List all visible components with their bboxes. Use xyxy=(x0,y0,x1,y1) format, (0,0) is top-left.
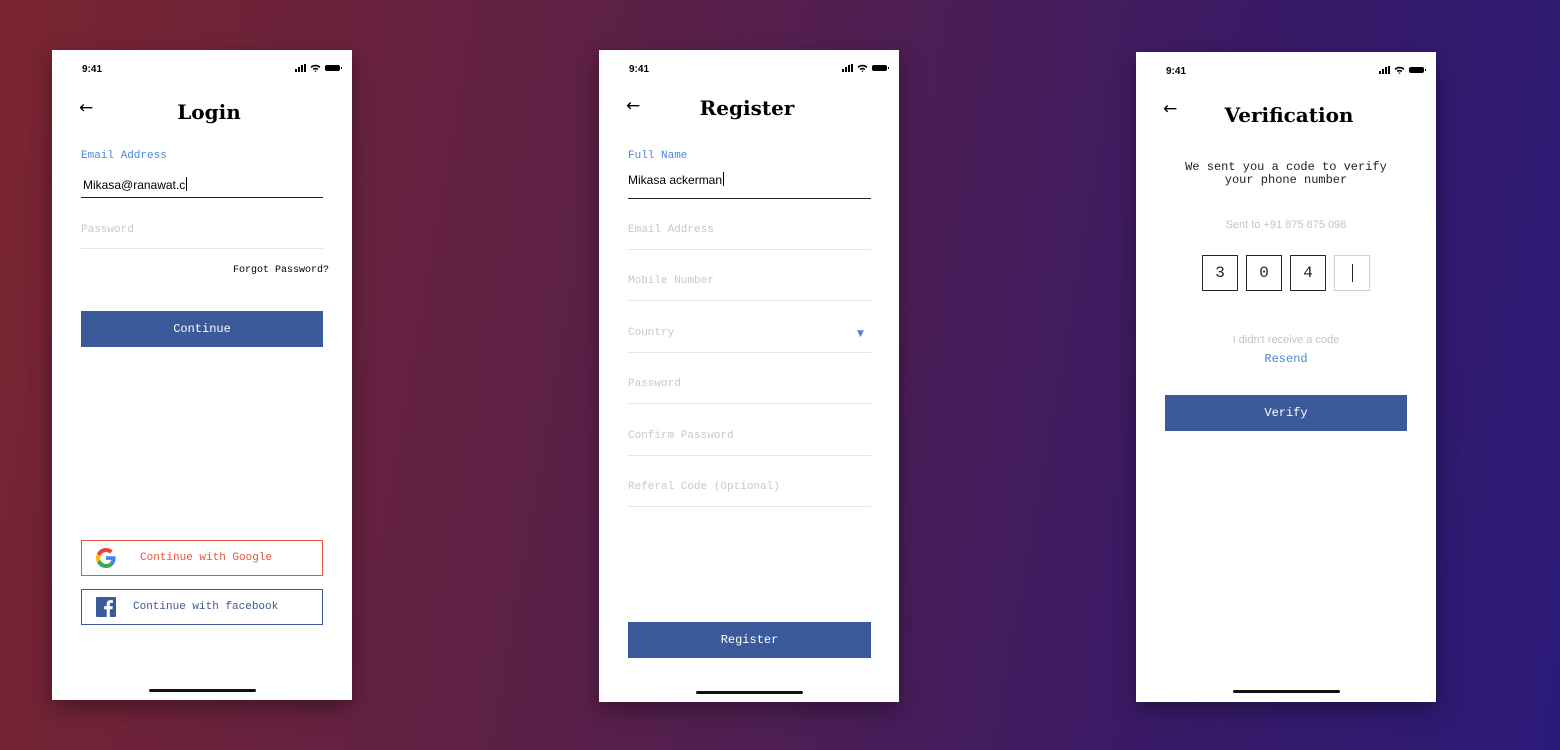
referral-code-field[interactable]: Referal Code (Optional) xyxy=(628,481,780,493)
verification-message: We sent you a code to verify your phone … xyxy=(1185,160,1387,187)
back-arrow-icon[interactable]: ← xyxy=(626,98,640,115)
battery-icon xyxy=(872,65,889,71)
battery-icon xyxy=(325,65,342,71)
email-label: Email Address xyxy=(81,150,167,162)
wifi-icon xyxy=(857,64,868,72)
email-field[interactable]: Mikasa@ranawat.c xyxy=(83,177,188,192)
back-arrow-icon[interactable]: ← xyxy=(79,100,93,117)
facebook-button[interactable]: Continue with facebook xyxy=(81,589,323,625)
sent-to-text: Sent to +91 875 875 098 xyxy=(1225,219,1347,231)
no-code-text: I didn't receive a code xyxy=(1232,334,1340,346)
email-underline xyxy=(628,249,871,250)
password-underline xyxy=(628,403,871,404)
referral-underline xyxy=(628,506,871,507)
country-select[interactable]: Country xyxy=(628,327,674,339)
status-time: 9:41 xyxy=(82,64,103,75)
otp-digit-box[interactable]: 3 xyxy=(1202,255,1238,291)
otp-digit-box[interactable]: 4 xyxy=(1290,255,1326,291)
mobile-underline xyxy=(628,300,871,301)
email-value: Mikasa@ranawat.c xyxy=(83,178,186,192)
signal-icon xyxy=(295,64,306,72)
google-icon xyxy=(96,548,116,568)
register-screen: 9:41 ← Register Full Name Mikasa ackerma… xyxy=(599,50,899,702)
text-caret xyxy=(186,177,188,191)
password-field[interactable]: Password xyxy=(628,378,681,390)
fullname-underline xyxy=(628,198,871,199)
fullname-label: Full Name xyxy=(628,150,688,162)
verify-button[interactable]: Verify xyxy=(1165,395,1407,431)
battery-icon xyxy=(1409,67,1426,73)
fullname-value: Mikasa ackerman xyxy=(628,173,723,187)
email-field[interactable]: Email Address xyxy=(628,224,714,236)
confirm-password-underline xyxy=(628,455,871,456)
register-button[interactable]: Register xyxy=(628,622,871,658)
text-caret xyxy=(723,172,725,186)
status-bar: 9:41 xyxy=(629,64,889,76)
resend-link[interactable]: Resend xyxy=(1136,352,1436,366)
continue-button[interactable]: Continue xyxy=(81,311,323,347)
text-caret xyxy=(1351,264,1353,282)
page-title: Register xyxy=(699,96,795,120)
wifi-icon xyxy=(1394,66,1405,74)
status-time: 9:41 xyxy=(629,64,650,75)
password-field[interactable]: Password xyxy=(81,224,134,236)
confirm-password-field[interactable]: Confirm Password xyxy=(628,430,734,442)
status-bar: 9:41 xyxy=(82,64,342,76)
login-screen: 9:41 ← Login Email Address Mikasa@ranawa… xyxy=(52,50,352,700)
status-bar: 9:41 xyxy=(1166,66,1426,78)
forgot-password-link[interactable]: Forgot Password? xyxy=(233,265,329,276)
status-icons xyxy=(842,64,889,72)
email-underline xyxy=(81,197,323,198)
facebook-icon xyxy=(96,597,116,617)
otp-digit-box-active[interactable] xyxy=(1334,255,1370,291)
home-indicator xyxy=(1233,690,1340,693)
home-indicator xyxy=(149,689,256,692)
signal-icon xyxy=(1379,66,1390,74)
wifi-icon xyxy=(310,64,321,72)
google-button-label: Continue with Google xyxy=(140,552,273,564)
signal-icon xyxy=(842,64,853,72)
otp-digit-box[interactable]: 0 xyxy=(1246,255,1282,291)
country-underline xyxy=(628,352,871,353)
mobile-field[interactable]: Mobile Number xyxy=(628,275,714,287)
home-indicator xyxy=(696,691,803,694)
status-icons xyxy=(1379,66,1426,74)
password-underline xyxy=(81,248,323,249)
status-icons xyxy=(295,64,342,72)
chevron-down-icon[interactable]: ▼ xyxy=(857,329,864,339)
page-title: Verification xyxy=(1224,103,1354,127)
status-time: 9:41 xyxy=(1166,66,1187,77)
facebook-button-label: Continue with facebook xyxy=(133,601,279,613)
page-title: Login xyxy=(177,100,241,124)
back-arrow-icon[interactable]: ← xyxy=(1163,101,1177,118)
fullname-field[interactable]: Mikasa ackerman xyxy=(628,172,725,187)
google-button[interactable]: Continue with Google xyxy=(81,540,323,576)
verification-screen: 9:41 ← Verification We sent you a code t… xyxy=(1136,52,1436,702)
